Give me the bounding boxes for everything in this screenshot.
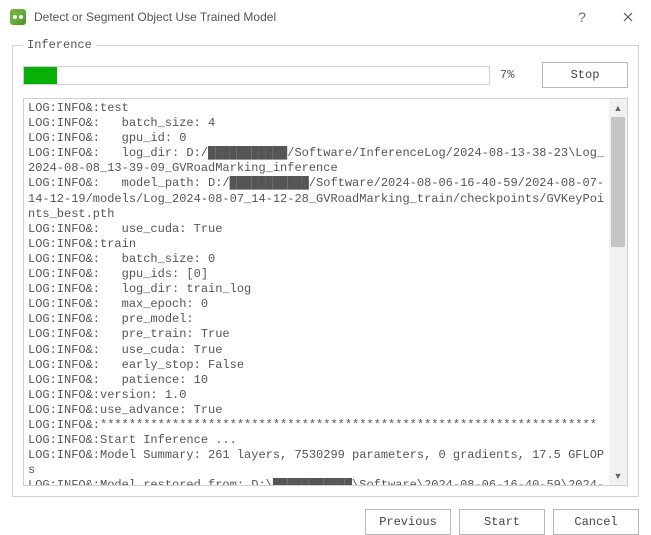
inference-group: Inference 7% Stop LOG:INFO&:test LOG:INF… — [12, 38, 639, 497]
progress-row: 7% Stop — [23, 62, 628, 88]
scroll-thumb[interactable] — [611, 117, 625, 247]
close-icon — [623, 12, 633, 22]
client-area: Inference 7% Stop LOG:INFO&:test LOG:INF… — [0, 34, 651, 497]
stop-button[interactable]: Stop — [542, 62, 628, 88]
start-button[interactable]: Start — [459, 509, 545, 535]
cancel-button[interactable]: Cancel — [553, 509, 639, 535]
log-text[interactable]: LOG:INFO&:test LOG:INFO&: batch_size: 4 … — [24, 99, 609, 485]
close-button[interactable] — [605, 0, 651, 34]
progress-fill — [24, 67, 57, 84]
progress-percent: 7% — [500, 68, 532, 82]
log-box: LOG:INFO&:test LOG:INFO&: batch_size: 4 … — [23, 98, 628, 486]
scrollbar[interactable]: ▲ ▼ — [609, 99, 627, 485]
previous-button[interactable]: Previous — [365, 509, 451, 535]
footer-buttons: Previous Start Cancel — [0, 497, 651, 535]
group-legend: Inference — [23, 38, 96, 52]
progress-bar — [23, 66, 490, 85]
title-bar: Detect or Segment Object Use Trained Mod… — [0, 0, 651, 34]
app-icon — [10, 9, 26, 25]
scroll-track[interactable] — [609, 117, 627, 467]
window-title: Detect or Segment Object Use Trained Mod… — [34, 10, 559, 24]
scroll-down-arrow[interactable]: ▼ — [609, 467, 627, 485]
scroll-up-arrow[interactable]: ▲ — [609, 99, 627, 117]
help-button[interactable]: ? — [559, 0, 605, 34]
